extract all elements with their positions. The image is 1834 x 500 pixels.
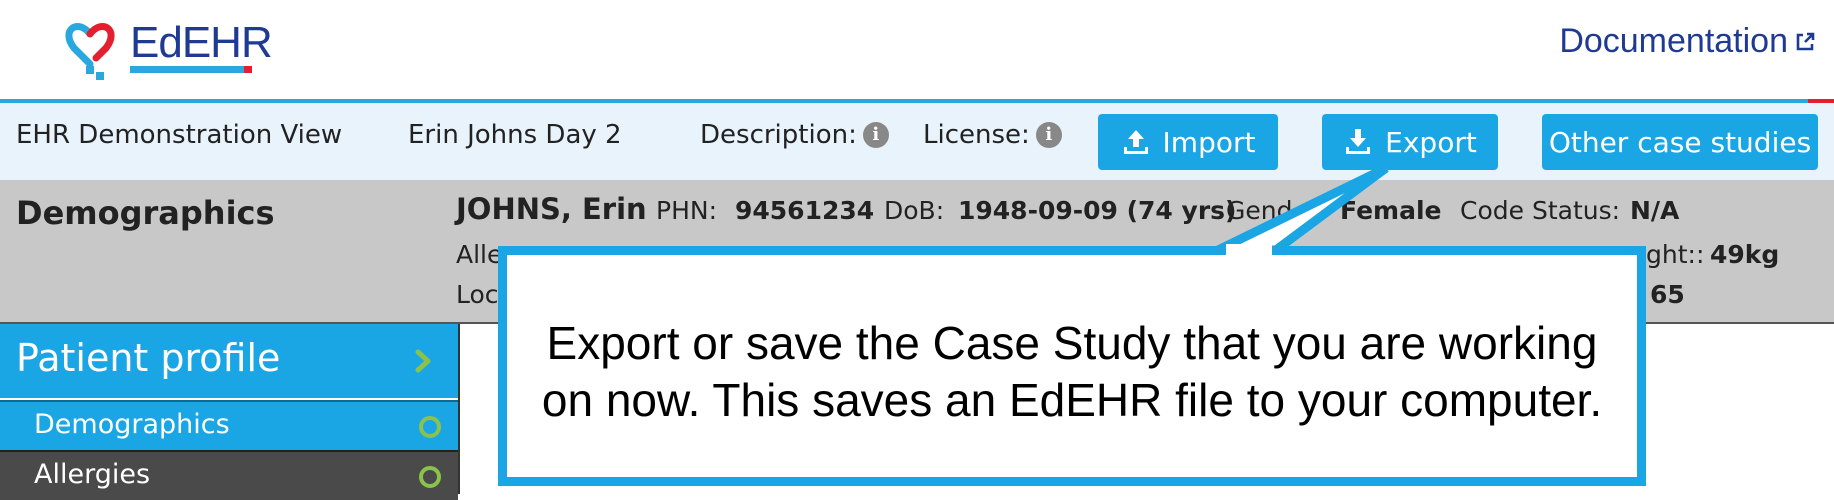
license-label: License: xyxy=(923,120,1030,150)
sidebar-nav: Patient profile Demographics Allergies xyxy=(0,324,460,500)
view-mode-label: EHR Demonstration View xyxy=(16,120,343,150)
edehr-logo[interactable]: EdEHR xyxy=(64,12,273,82)
weight-value: 49kg xyxy=(1710,240,1780,269)
logo-underline xyxy=(130,66,250,73)
app-header: EdEHR Documentation xyxy=(0,0,1834,100)
sidebar-section-label: Patient profile xyxy=(16,336,281,380)
license-field: License: i xyxy=(923,120,1062,150)
info-icon[interactable]: i xyxy=(862,122,889,148)
dob-value: 1948-09-09 (74 yrs) xyxy=(958,196,1237,225)
other-case-studies-label: Other case studies xyxy=(1548,125,1812,159)
status-ring-icon xyxy=(419,466,441,488)
export-label: Export xyxy=(1385,125,1477,159)
dob-label: DoB: xyxy=(884,196,945,225)
documentation-link[interactable]: Documentation xyxy=(1559,22,1816,61)
tutorial-callout: Export or save the Case Study that you a… xyxy=(498,246,1646,486)
sidebar-item-label: Allergies xyxy=(34,459,151,490)
code-status-value: N/A xyxy=(1630,196,1680,225)
patient-name: JOHNS, Erin xyxy=(456,192,647,226)
allergies-label: Alle xyxy=(456,240,503,269)
other-case-studies-button[interactable]: Other case studies xyxy=(1542,114,1818,170)
case-toolbar: EHR Demonstration View Erin Johns Day 2 … xyxy=(0,103,1834,180)
partial-value: 65 xyxy=(1650,280,1685,309)
info-icon[interactable]: i xyxy=(1035,122,1062,148)
documentation-label: Documentation xyxy=(1559,22,1788,60)
upload-icon xyxy=(1123,130,1148,154)
callout-line-1: Export or save the Case Study that you a… xyxy=(546,317,1598,369)
code-status-label: Code Status: xyxy=(1460,196,1621,225)
logo-underline-accent xyxy=(244,66,252,73)
banner-section-title: Demographics xyxy=(16,194,275,232)
export-button[interactable]: Export xyxy=(1322,114,1498,170)
sidebar-item-demographics[interactable]: Demographics xyxy=(0,400,458,450)
chevron-right-icon xyxy=(415,349,431,373)
callout-text: Export or save the Case Study that you a… xyxy=(507,315,1637,429)
sidebar-item-allergies[interactable]: Allergies xyxy=(0,450,458,500)
logo-text: EdEHR xyxy=(130,18,273,67)
phn-label: PHN: xyxy=(656,196,717,225)
case-study-name: Erin Johns Day 2 xyxy=(408,120,622,150)
heart-logo-icon xyxy=(65,23,115,80)
download-icon xyxy=(1346,129,1371,154)
gender-label: Gend xyxy=(1226,196,1293,225)
import-button[interactable]: Import xyxy=(1098,114,1278,170)
status-ring-icon xyxy=(419,416,441,438)
sidebar-section-patient-profile[interactable]: Patient profile xyxy=(0,324,458,398)
description-field: Description: i xyxy=(700,120,889,150)
description-label: Description: xyxy=(700,120,857,150)
weight-label: ght:: xyxy=(1646,240,1705,269)
external-link-icon xyxy=(1796,32,1815,50)
sidebar-item-label: Demographics xyxy=(34,409,230,440)
callout-line-2: on now. This saves an EdEHR file to your… xyxy=(541,374,1603,426)
location-label: Loc xyxy=(456,280,499,309)
gender-value: Female xyxy=(1340,196,1442,225)
import-label: Import xyxy=(1162,125,1256,159)
phn-value: 94561234 xyxy=(735,196,875,225)
